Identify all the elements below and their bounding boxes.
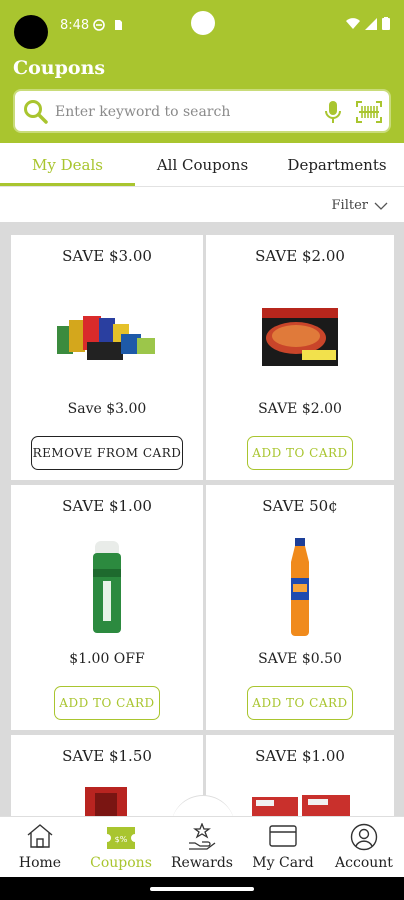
remove-from-card-button[interactable]: REMOVE FROM CARD xyxy=(31,436,183,470)
pizza-box-image xyxy=(262,308,338,366)
product-image xyxy=(11,533,203,641)
coupon-title: SAVE 50¢ xyxy=(262,497,338,515)
active-tab-indicator xyxy=(0,183,135,186)
signal-icon xyxy=(365,17,377,30)
coupon-icon: $% xyxy=(107,827,135,849)
search-input[interactable] xyxy=(55,101,315,123)
orange-soda-bottle-image xyxy=(291,538,309,636)
microphone-icon[interactable] xyxy=(325,100,341,124)
cereal-boxes-image xyxy=(252,795,350,816)
nav-coupons[interactable]: $% Coupons xyxy=(81,817,161,878)
search-bar[interactable] xyxy=(13,89,391,133)
green-spray-can-image xyxy=(93,541,121,633)
wifi-icon xyxy=(346,17,360,29)
nav-label: My Card xyxy=(252,855,314,871)
nav-label: Coupons xyxy=(90,855,152,871)
chevron-down-icon xyxy=(374,202,388,210)
coupon-subtitle: SAVE $0.50 xyxy=(258,651,342,667)
camera-cutout xyxy=(14,15,48,49)
coupon-subtitle: $1.00 OFF xyxy=(69,651,145,667)
coupon-title: SAVE $1.00 xyxy=(62,497,152,515)
coupon-subtitle: SAVE $2.00 xyxy=(258,401,342,417)
status-time: 8:48 xyxy=(60,18,90,33)
battery-icon xyxy=(382,17,390,30)
page-title: Coupons xyxy=(13,57,106,79)
coupon-title: SAVE $1.00 xyxy=(255,747,345,765)
coupon-card[interactable]: SAVE 50¢ SAVE $0.50 ADD TO CARD xyxy=(206,485,394,730)
product-image xyxy=(206,283,394,391)
dnd-icon xyxy=(93,19,105,31)
sim-icon xyxy=(115,20,122,30)
filter-button[interactable]: Filter xyxy=(332,198,388,213)
front-camera xyxy=(191,11,215,35)
add-to-card-button[interactable]: ADD TO CARD xyxy=(247,436,353,470)
svg-text:$%: $% xyxy=(115,835,128,844)
rewards-icon xyxy=(189,823,216,850)
account-icon xyxy=(350,823,378,851)
coupon-card[interactable]: SAVE $2.00 SAVE $2.00 ADD TO CARD xyxy=(206,235,394,480)
nav-rewards[interactable]: Rewards xyxy=(162,817,242,878)
coupon-subtitle: Save $3.00 xyxy=(67,401,147,417)
add-to-card-button[interactable]: ADD TO CARD xyxy=(54,686,160,720)
card-icon xyxy=(269,825,297,847)
product-image xyxy=(206,533,394,641)
tab-all-coupons[interactable]: All Coupons xyxy=(135,143,270,187)
coupon-title: SAVE $1.50 xyxy=(62,747,152,765)
search-icon[interactable] xyxy=(23,99,49,125)
coupon-card[interactable]: SAVE $3.00 Save $3.00 REMOVE FROM CARD xyxy=(11,235,203,480)
coupon-title: SAVE $3.00 xyxy=(62,247,152,265)
coupon-card[interactable]: SAVE $1.00 $1.00 OFF ADD TO CARD xyxy=(11,485,203,730)
nav-my-card[interactable]: My Card xyxy=(243,817,323,878)
product-image xyxy=(11,283,203,391)
coupon-card[interactable]: SAVE $1.50 xyxy=(11,735,203,816)
tab-my-deals[interactable]: My Deals xyxy=(0,143,135,187)
status-icons xyxy=(346,17,390,30)
filter-label: Filter xyxy=(331,198,368,213)
red-box-image xyxy=(85,787,127,816)
coupon-title: SAVE $2.00 xyxy=(255,247,345,265)
home-gesture-bar[interactable] xyxy=(150,887,254,891)
nav-label: Account xyxy=(335,855,393,871)
tab-departments[interactable]: Departments xyxy=(270,143,404,187)
coupon-card[interactable]: SAVE $1.00 xyxy=(206,735,394,816)
home-icon xyxy=(27,824,53,848)
nav-label: Rewards xyxy=(171,855,233,871)
add-to-card-button[interactable]: ADD TO CARD xyxy=(247,686,353,720)
tab-bar: My Deals All Coupons Departments xyxy=(0,143,404,187)
nav-label: Home xyxy=(18,855,62,871)
snack-bundle-image xyxy=(57,316,155,360)
barcode-scan-icon[interactable] xyxy=(356,101,382,123)
nav-home[interactable]: Home xyxy=(0,817,80,878)
bottom-navigation: Home $% Coupons Rewards My Card Account xyxy=(0,816,404,877)
nav-account[interactable]: Account xyxy=(324,817,404,878)
